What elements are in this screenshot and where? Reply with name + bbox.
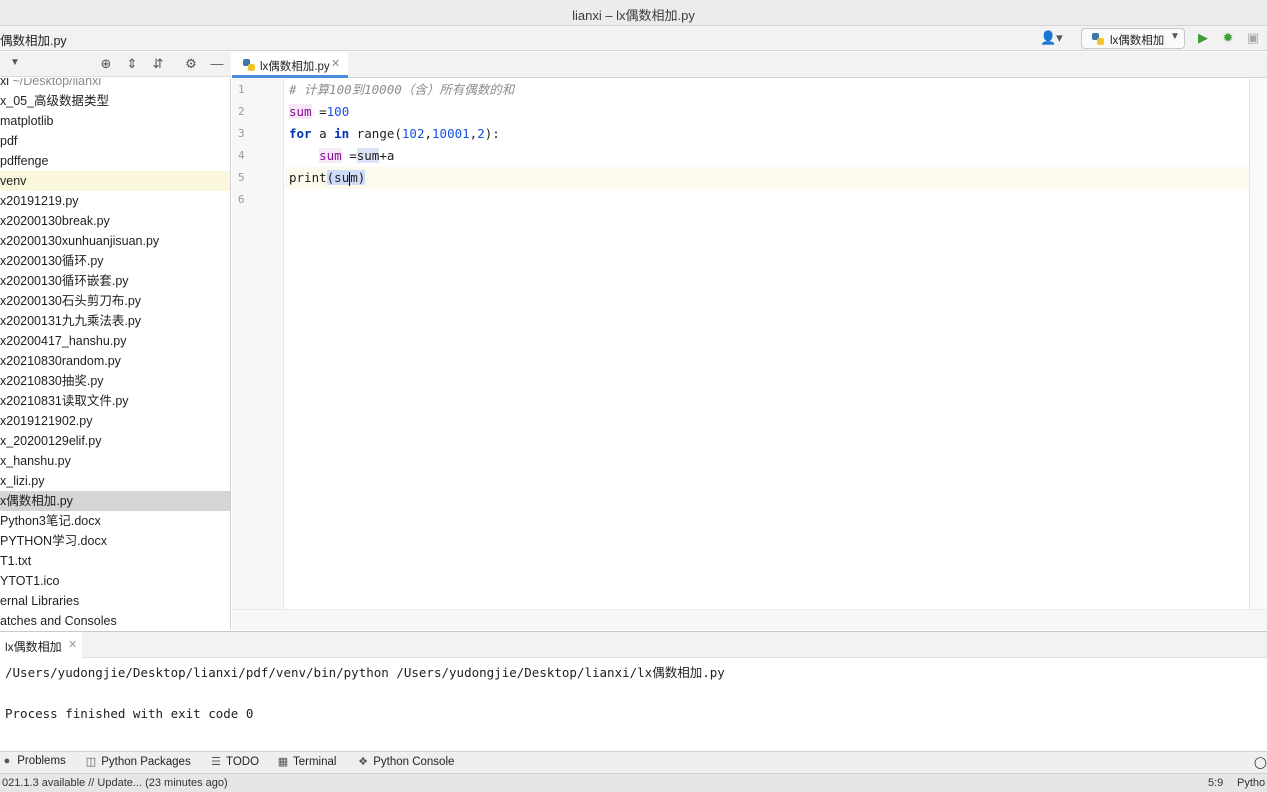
tree-item[interactable]: x20191219.py: [0, 191, 230, 211]
line-number: 6: [238, 193, 245, 206]
line-number: 1: [238, 83, 245, 96]
line-number: 4: [238, 149, 245, 162]
tree-item-selected[interactable]: x偶数相加.py: [0, 491, 230, 511]
tree-item-project-root[interactable]: xi ~/Desktop/lianxi: [0, 78, 230, 91]
tree-item[interactable]: YTOT1.ico: [0, 571, 230, 591]
window-title: lianxi – lx偶数相加.py: [572, 8, 695, 23]
collapse-all-icon[interactable]: ⇵: [150, 56, 166, 72]
tree-item[interactable]: x_05_高级数据类型: [0, 91, 230, 111]
expand-all-icon[interactable]: ⇕: [124, 56, 140, 72]
tree-item[interactable]: T1.txt: [0, 551, 230, 571]
code-line-current: print(sum): [285, 167, 1249, 189]
locate-icon[interactable]: ⊕: [98, 56, 114, 72]
project-tree: xi ~/Desktop/lianxi x_05_高级数据类型 matplotl…: [0, 78, 231, 630]
tree-item[interactable]: x20200130xunhuanjisuan.py: [0, 231, 230, 251]
user-account-icon[interactable]: 👤▾: [1040, 30, 1066, 47]
code-line: sum =sum+a: [319, 148, 395, 163]
tree-item[interactable]: pdffenge: [0, 151, 230, 171]
run-icon[interactable]: ▶: [1194, 29, 1212, 47]
chevron-down-icon[interactable]: ▼: [10, 57, 20, 68]
navigation-bar: 偶数相加.py 👤▾ lx偶数相加 ▼ ▶ ✹ ▣: [0, 26, 1267, 51]
code-line: sum =100: [289, 104, 350, 119]
tree-item[interactable]: x_hanshu.py: [0, 451, 230, 471]
editor-tab-bar: lx偶数相加.py ✕: [232, 52, 1267, 78]
console-exit-line: Process finished with exit code 0: [5, 706, 254, 721]
tree-item[interactable]: x20210830抽奖.py: [0, 371, 230, 391]
hide-panel-icon[interactable]: —: [209, 56, 225, 72]
tree-item[interactable]: x20200417_hanshu.py: [0, 331, 230, 351]
event-log-icon[interactable]: ◯: [1254, 755, 1267, 771]
tree-item[interactable]: x20200130循环嵌套.py: [0, 271, 230, 291]
caret-position[interactable]: 5:9: [1208, 777, 1223, 789]
problems-button[interactable]: ● Problems: [0, 755, 66, 771]
tree-item[interactable]: x2019121902.py: [0, 411, 230, 431]
run-configuration-select[interactable]: lx偶数相加 ▼: [1081, 28, 1185, 49]
tree-item[interactable]: pdf: [0, 131, 230, 151]
tree-item[interactable]: x20200130循环.py: [0, 251, 230, 271]
line-number: 3: [238, 127, 245, 140]
python-packages-button[interactable]: ◫ Python Packages: [84, 755, 191, 771]
close-icon[interactable]: ✕: [331, 57, 340, 70]
tab-label: lx偶数相加.py: [260, 61, 330, 73]
console-command-line: /Users/yudongjie/Desktop/lianxi/pdf/venv…: [5, 665, 725, 680]
tree-item-external-libraries[interactable]: ernal Libraries: [0, 591, 230, 611]
tool-window-bar: ● Problems ◫ Python Packages ☰ TODO ▦ Te…: [0, 751, 1267, 773]
code-line: # 计算100到10000（含）所有偶数的和: [289, 82, 515, 97]
problems-icon: ●: [3, 755, 11, 767]
tab-lx-even-sum[interactable]: lx偶数相加.py ✕: [232, 52, 348, 78]
tree-item[interactable]: matplotlib: [0, 111, 230, 131]
python-icon: [1092, 33, 1104, 45]
run-configuration-label: lx偶数相加: [1110, 35, 1165, 47]
python-interpreter[interactable]: Pytho: [1237, 777, 1265, 789]
tree-item[interactable]: x20210830random.py: [0, 351, 230, 371]
line-number: 5: [238, 171, 245, 184]
code-editor[interactable]: # 计算100到10000（含）所有偶数的和 sum =100 for a in…: [285, 79, 1249, 609]
tree-item-scratches[interactable]: atches and Consoles: [0, 611, 230, 630]
tree-item[interactable]: Python3笔记.docx: [0, 511, 230, 531]
run-panel-header: lx偶数相加 ✕: [0, 631, 1267, 659]
chevron-down-icon: ▼: [1170, 31, 1180, 42]
tree-item[interactable]: x20200130石头剪刀布.py: [0, 291, 230, 311]
tree-item[interactable]: x_20200129elif.py: [0, 431, 230, 451]
title-bar: lianxi – lx偶数相加.py: [0, 0, 1267, 26]
run-tab-label: lx偶数相加: [5, 640, 62, 654]
python-console-icon: ❖: [358, 756, 368, 768]
todo-icon: ☰: [211, 756, 221, 768]
close-icon[interactable]: ✕: [68, 638, 77, 651]
status-bar: 021.1.3 available // Update... (23 minut…: [0, 773, 1267, 792]
code-line: for a in range(102,10001,2):: [289, 126, 500, 141]
status-message[interactable]: 021.1.3 available // Update... (23 minut…: [2, 777, 228, 789]
python-file-icon: [243, 59, 255, 71]
todo-button[interactable]: ☰ TODO: [209, 755, 259, 771]
tree-item[interactable]: PYTHON学习.docx: [0, 531, 230, 551]
run-console[interactable]: /Users/yudongjie/Desktop/lianxi/pdf/venv…: [0, 658, 1267, 751]
line-number: 2: [238, 105, 245, 118]
breadcrumb[interactable]: 偶数相加.py: [0, 30, 67, 49]
gear-icon[interactable]: ⚙: [183, 56, 199, 72]
tree-item[interactable]: x20200131九九乘法表.py: [0, 311, 230, 331]
tree-item[interactable]: x20200130break.py: [0, 211, 230, 231]
python-console-button[interactable]: ❖ Python Console: [356, 755, 454, 771]
debug-icon[interactable]: ✹: [1219, 29, 1237, 47]
tree-item[interactable]: x_lizi.py: [0, 471, 230, 491]
tree-item-venv[interactable]: venv: [0, 171, 230, 191]
coverage-icon[interactable]: ▣: [1244, 29, 1262, 47]
tab-run-output[interactable]: lx偶数相加 ✕: [0, 632, 82, 659]
editor-breadcrumb-bar: [232, 609, 1267, 630]
editor-scrollbar[interactable]: [1249, 79, 1267, 609]
tree-item[interactable]: x20210831读取文件.py: [0, 391, 230, 411]
project-panel-header: ▼ ⊕ ⇕ ⇵ ⚙ —: [0, 52, 231, 77]
terminal-button[interactable]: ▦ Terminal: [276, 755, 337, 771]
line-number-gutter: 1 2 3 4 5 6: [232, 79, 284, 609]
packages-icon: ◫: [85, 756, 97, 768]
terminal-icon: ▦: [277, 756, 289, 768]
